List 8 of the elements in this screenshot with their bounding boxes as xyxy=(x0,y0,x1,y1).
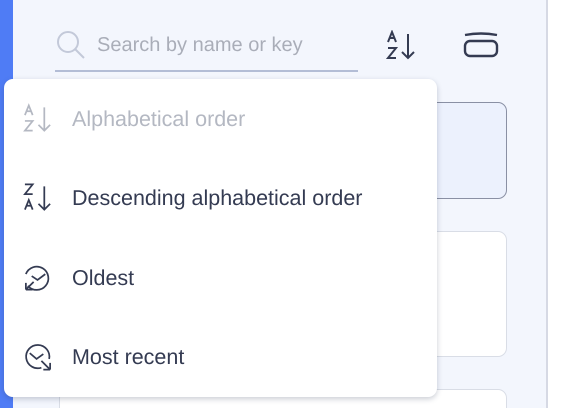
menu-item[interactable]: Most recent xyxy=(4,326,437,388)
search-field[interactable]: Search by name or key xyxy=(97,30,347,60)
search-icon xyxy=(55,29,87,61)
clock-arrow-icon xyxy=(22,341,54,374)
menu-item[interactable]: Oldest xyxy=(4,246,437,309)
card-view-icon xyxy=(463,32,499,60)
menu-item[interactable]: Descending alphabetical order xyxy=(4,167,437,230)
card-view-button[interactable] xyxy=(463,32,499,60)
